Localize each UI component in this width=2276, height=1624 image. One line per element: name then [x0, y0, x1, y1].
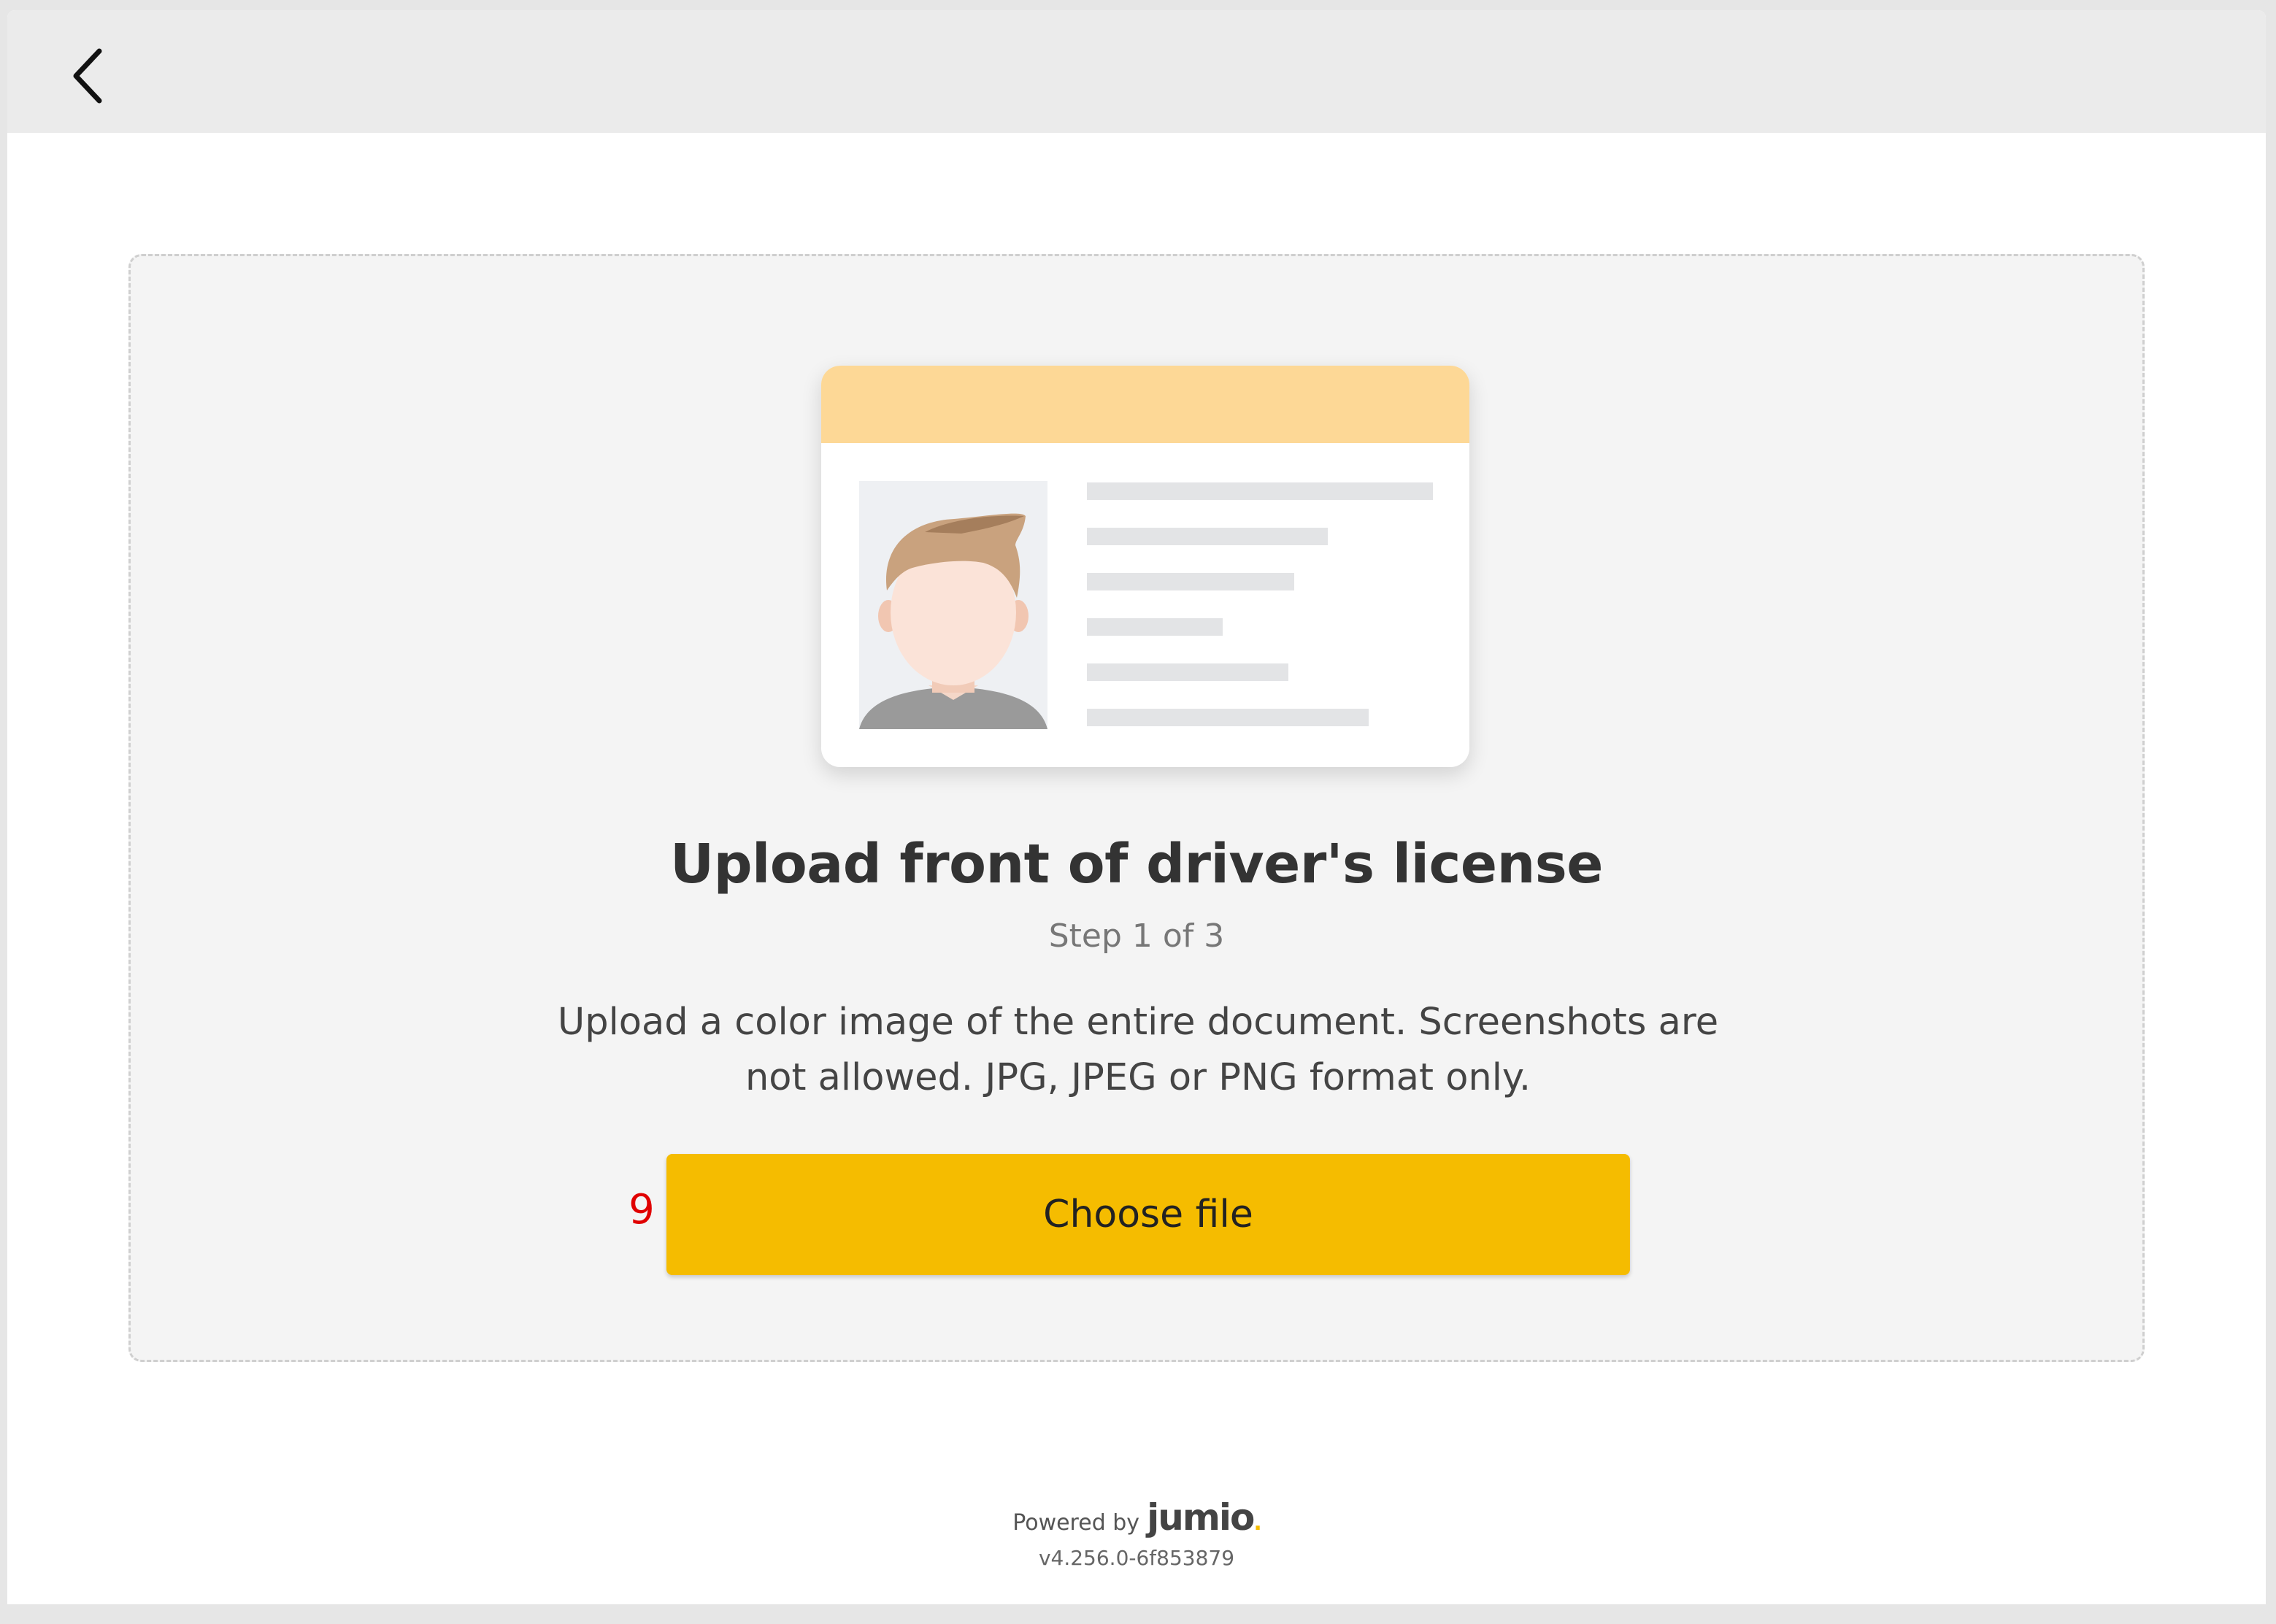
portrait-illustration — [859, 481, 1047, 729]
chevron-left-icon — [73, 48, 102, 104]
card-text-line — [1087, 528, 1328, 545]
step-indicator: Step 1 of 3 — [1048, 917, 1225, 955]
choose-file-button[interactable]: Choose file — [666, 1154, 1630, 1275]
card-header-band — [821, 366, 1469, 443]
page-title: Upload front of driver's license — [670, 833, 1604, 896]
jumio-logo: jumio. — [1147, 1496, 1262, 1539]
upload-window: Upload front of driver's license Step 1 … — [7, 10, 2266, 1604]
powered-by-label: Powered by — [1012, 1510, 1140, 1536]
annotation-marker: 9 — [628, 1186, 655, 1234]
id-card-icon — [821, 366, 1469, 767]
card-text-line — [1087, 709, 1369, 726]
back-button[interactable] — [54, 39, 127, 112]
upload-instructions: Upload a color image of the entire docum… — [557, 1001, 1719, 1099]
card-text-line — [1087, 663, 1288, 681]
upload-dropzone[interactable]: Upload front of driver's license Step 1 … — [128, 254, 2145, 1362]
card-text-line — [1087, 618, 1223, 636]
card-text-line — [1087, 482, 1433, 500]
card-text-line — [1087, 573, 1294, 590]
brand-name: jumio — [1147, 1496, 1255, 1539]
top-bar — [7, 10, 2266, 133]
powered-by: Powered by jumio. — [1012, 1496, 1262, 1539]
person-icon — [859, 513, 1047, 729]
version-label: v4.256.0-6f853879 — [1038, 1546, 1235, 1570]
footer: Powered by jumio. v4.256.0-6f853879 — [7, 1496, 2266, 1570]
